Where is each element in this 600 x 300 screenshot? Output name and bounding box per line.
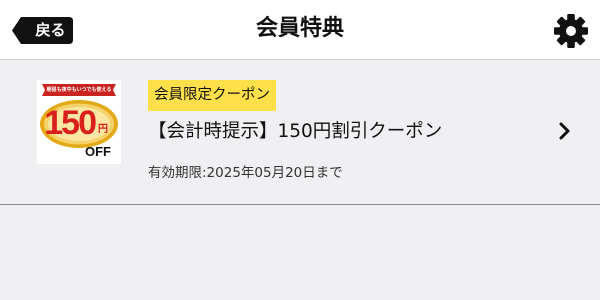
page-title: 会員特典 <box>255 16 344 41</box>
member-only-badge: 会員限定クーポン <box>148 80 276 111</box>
coupon-thumbnail-amount: 150 <box>44 104 97 142</box>
list-divider <box>0 204 600 205</box>
coupon-thumbnail-currency: 円 <box>98 124 108 135</box>
coupon-thumbnail-tag: 朝昼も夜中もいつでも使える <box>46 87 112 93</box>
coupon-item[interactable]: 朝昼も夜中もいつでも使える 150 円 OFF 会員限定クーポン 【会計時提示】… <box>0 60 600 204</box>
coupon-thumbnail-off: OFF <box>85 144 111 159</box>
coupon-expiry: 有効期限:2025年05月20日まで <box>148 165 343 181</box>
gear-icon <box>554 14 588 48</box>
chevron-right-icon <box>559 122 570 140</box>
coupon-thumbnail: 朝昼も夜中もいつでも使える 150 円 OFF <box>37 80 121 164</box>
app-header: 戻る 会員特典 <box>0 0 600 60</box>
coupon-title: 【会計時提示】150円割引クーポン <box>148 121 443 142</box>
settings-button[interactable] <box>552 12 590 50</box>
